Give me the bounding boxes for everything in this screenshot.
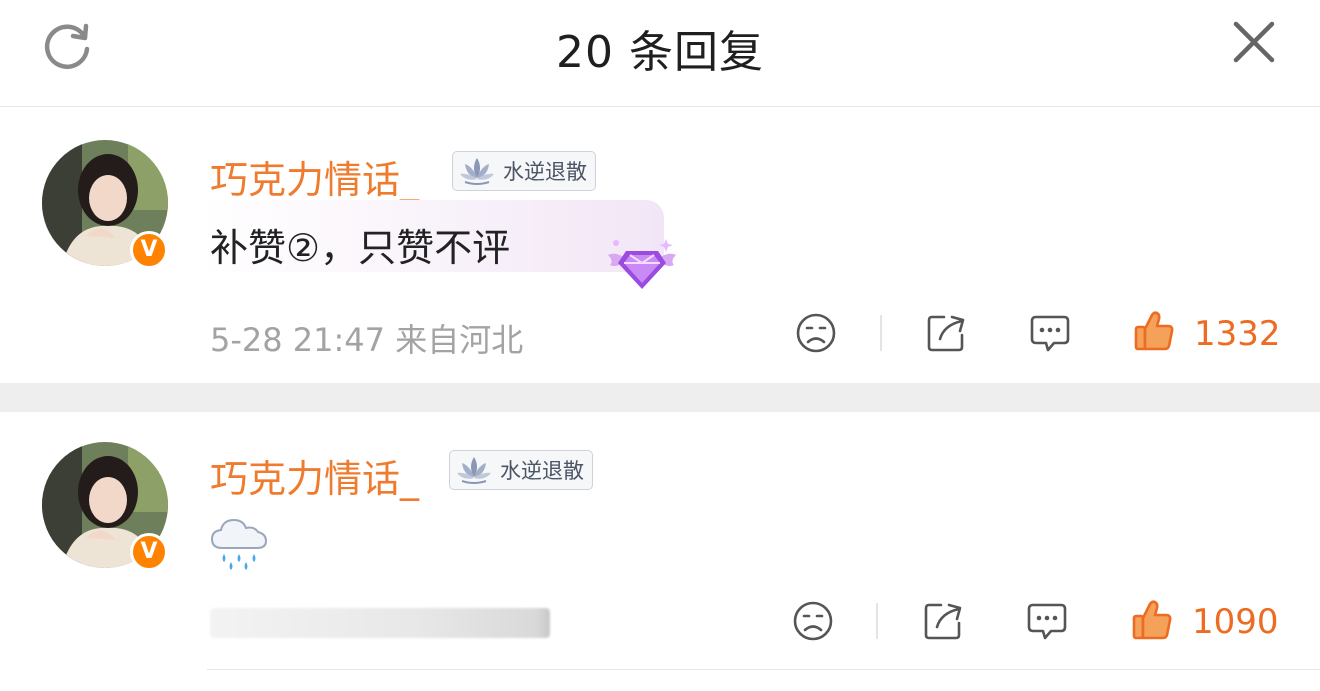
section-separator: [0, 383, 1320, 412]
comment-time: 5-28 21:47: [210, 321, 386, 359]
user-tag-label: 水逆退散: [503, 160, 587, 184]
comment-item: V 巧克力情话_ 水逆退散 补赞②，只赞不评 5-28 21:47 来自河北 1…: [0, 107, 1320, 383]
share-icon[interactable]: [924, 311, 968, 355]
user-tag[interactable]: 水逆退散: [452, 151, 596, 191]
divider: [207, 669, 1320, 670]
thumbs-up-icon[interactable]: [1132, 309, 1176, 353]
username[interactable]: 巧克力情话_: [210, 149, 419, 204]
verified-badge: V: [130, 231, 168, 269]
divider: [876, 603, 878, 639]
comment-meta: 5-28 21:47 来自河北: [210, 315, 523, 361]
comment-meta-blurred: [210, 608, 550, 638]
comment-location: 来自河北: [395, 321, 524, 359]
page-title: 20 条回复: [556, 27, 764, 78]
verified-badge: V: [130, 533, 168, 571]
comment-item: V 巧克力情话_ 水逆退散 1090: [0, 412, 1320, 691]
comment-text: 补赞②，只赞不评: [210, 226, 511, 270]
share-icon[interactable]: [921, 599, 965, 643]
sad-face-icon[interactable]: [794, 311, 838, 355]
username[interactable]: 巧克力情话_: [210, 448, 419, 503]
comment-icon[interactable]: [1028, 311, 1072, 355]
comment-icon[interactable]: [1025, 599, 1069, 643]
like-count: 1090: [1192, 602, 1279, 642]
user-tag[interactable]: 水逆退散: [449, 450, 593, 490]
purple-diamond-wings-icon: [608, 239, 676, 289]
thumbs-up-icon[interactable]: [1130, 598, 1174, 642]
close-icon[interactable]: [1230, 18, 1278, 66]
rain-cloud-icon: [210, 518, 268, 570]
divider: [880, 315, 882, 351]
header-bar: 20 条回复: [0, 0, 1320, 107]
sad-face-icon[interactable]: [791, 599, 835, 643]
lotus-icon: [457, 457, 491, 484]
lotus-icon: [460, 158, 494, 185]
user-tag-label: 水逆退散: [500, 459, 584, 483]
like-count: 1332: [1194, 314, 1281, 354]
